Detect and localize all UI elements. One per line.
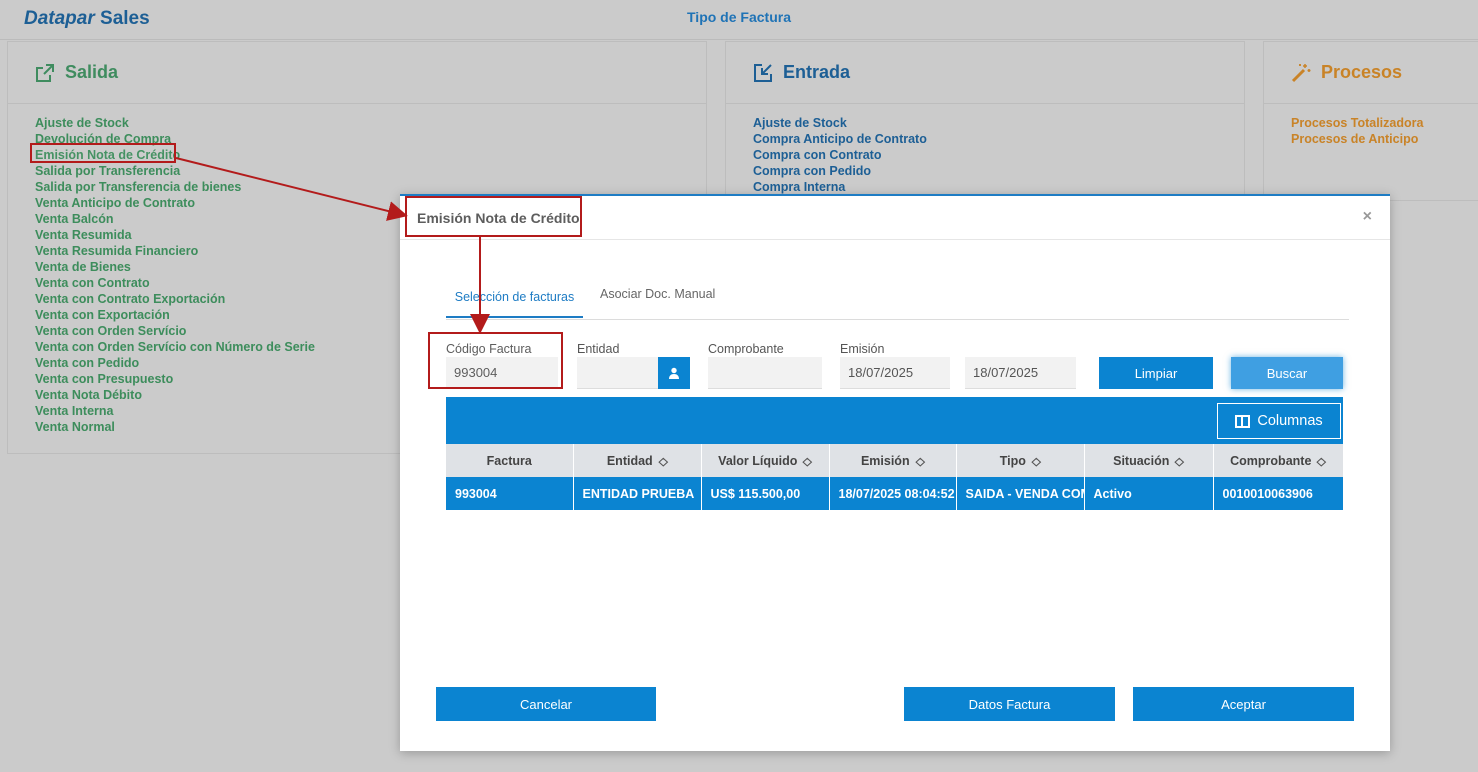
close-icon[interactable]: × — [1363, 208, 1372, 226]
emision-to-input[interactable]: 18/07/2025 — [965, 357, 1076, 389]
table-row[interactable]: 993004 ENTIDAD PRUEBA US$ 115.500,00 18/… — [446, 477, 1344, 510]
limpiar-button[interactable]: Limpiar — [1099, 357, 1213, 389]
sort-icon: ◇ — [802, 455, 813, 468]
cancelar-button[interactable]: Cancelar — [436, 687, 656, 721]
salida-panel-title: Salida — [65, 62, 119, 82]
entrada-item-compra-interna[interactable]: Compra Interna — [753, 179, 1244, 195]
columnas-button-label: Columnas — [1257, 413, 1323, 429]
procesos-item-totalizadora[interactable]: Procesos Totalizadora — [1291, 115, 1478, 131]
table-header-row: Factura Entidad ◇ Valor Líquido ◇ Emisión ◇… — [446, 444, 1344, 477]
comprobante-input[interactable] — [708, 357, 822, 389]
entidad-search-button[interactable] — [658, 357, 690, 389]
emision-nota-credito-modal: Emisión Nota de Crédito × Selección de f… — [400, 194, 1390, 751]
aceptar-button[interactable]: Aceptar — [1133, 687, 1354, 721]
entrada-panel-title: Entrada — [783, 62, 851, 82]
tab-asociar-doc-manual[interactable]: Asociar Doc. Manual — [600, 287, 715, 313]
cell-tipo: SAIDA - VENDA COM — [956, 477, 1085, 510]
sort-icon: ◇ — [1031, 455, 1041, 468]
cell-comprobante: 0010010063906 — [1213, 477, 1344, 510]
columnas-button[interactable]: Columnas — [1217, 403, 1341, 439]
cell-factura: 993004 — [446, 477, 574, 510]
procesos-item-anticipo[interactable]: Procesos de Anticipo — [1291, 131, 1478, 147]
cell-emision: 18/07/2025 08:04:52 — [829, 477, 957, 510]
entrada-item-compra-anticipo-contrato[interactable]: Compra Anticipo de Contrato — [753, 131, 1244, 147]
app-header: Datapar Sales Tipo de Factura — [0, 0, 1478, 40]
entrada-panel-header: Entrada — [726, 42, 1244, 104]
column-label: Situación — [1113, 453, 1170, 468]
emision-from-input[interactable]: 18/07/2025 — [840, 357, 950, 389]
column-header-entidad[interactable]: Entidad ◇ — [573, 444, 702, 477]
column-label: Factura — [486, 453, 532, 468]
column-header-emision[interactable]: Emisión ◇ — [829, 444, 957, 477]
sort-icon: ◇ — [1174, 455, 1185, 468]
sort-icon: ◇ — [1316, 455, 1327, 468]
salida-item-salida-transferencia-bienes[interactable]: Salida por Transferencia de bienes — [35, 179, 706, 195]
sort-icon: ◇ — [915, 455, 925, 468]
column-label: Tipo — [999, 453, 1026, 468]
highlight-codigo-factura-box — [428, 332, 563, 389]
column-header-comprobante[interactable]: Comprobante ◇ — [1213, 444, 1344, 477]
procesos-list: Procesos Totalizadora Procesos de Antici… — [1264, 104, 1478, 147]
user-icon — [669, 367, 679, 379]
salida-item-ajuste-stock[interactable]: Ajuste de Stock — [35, 115, 706, 131]
page-title: Tipo de Factura — [687, 9, 791, 25]
entrada-list: Ajuste de Stock Compra Anticipo de Contr… — [726, 104, 1244, 195]
external-link-icon — [34, 62, 56, 84]
highlight-modal-title-box — [405, 196, 582, 237]
entrada-panel: Entrada Ajuste de Stock Compra Anticipo … — [725, 41, 1245, 201]
column-header-factura[interactable]: Factura — [446, 444, 574, 477]
datos-factura-button[interactable]: Datos Factura — [904, 687, 1115, 721]
edit-in-icon — [752, 62, 774, 84]
entrada-item-ajuste-stock[interactable]: Ajuste de Stock — [753, 115, 1244, 131]
grid-toolbar: Columnas — [446, 397, 1343, 444]
entidad-input[interactable] — [577, 357, 658, 389]
cell-valor-liquido: US$ 115.500,00 — [701, 477, 830, 510]
entrada-item-compra-pedido[interactable]: Compra con Pedido — [753, 163, 1244, 179]
buscar-button[interactable]: Buscar — [1231, 357, 1343, 389]
column-label: Emisión — [860, 453, 910, 468]
comprobante-label: Comprobante — [708, 342, 784, 356]
cell-entidad: ENTIDAD PRUEBA — [573, 477, 702, 510]
highlight-menu-item-box — [30, 143, 176, 163]
modal-tabs: Selección de facturas Asociar Doc. Manua… — [446, 278, 1349, 320]
emision-label: Emisión — [840, 342, 885, 356]
sort-icon: ◇ — [658, 455, 668, 468]
procesos-panel: Procesos Procesos Totalizadora Procesos … — [1263, 41, 1478, 201]
column-label: Entidad — [606, 453, 653, 468]
procesos-panel-title: Procesos — [1321, 62, 1403, 82]
columns-icon — [1235, 414, 1251, 428]
tab-seleccion-facturas[interactable]: Selección de facturas — [446, 290, 583, 318]
column-header-situacion[interactable]: Situación ◇ — [1084, 444, 1214, 477]
entrada-item-compra-contrato[interactable]: Compra con Contrato — [753, 147, 1244, 163]
salida-item-salida-transferencia[interactable]: Salida por Transferencia — [35, 163, 706, 179]
column-label: Comprobante — [1230, 453, 1312, 468]
salida-panel-header: Salida — [8, 42, 706, 104]
magic-wand-icon — [1290, 62, 1312, 84]
column-header-tipo[interactable]: Tipo ◇ — [956, 444, 1085, 477]
column-label: Valor Líquido — [718, 453, 798, 468]
facturas-table: Factura Entidad ◇ Valor Líquido ◇ Emisión ◇… — [446, 444, 1344, 510]
entidad-label: Entidad — [577, 342, 620, 356]
column-header-valor-liquido[interactable]: Valor Líquido ◇ — [701, 444, 830, 477]
procesos-panel-header: Procesos — [1264, 42, 1478, 104]
cell-situacion: Activo — [1084, 477, 1214, 510]
